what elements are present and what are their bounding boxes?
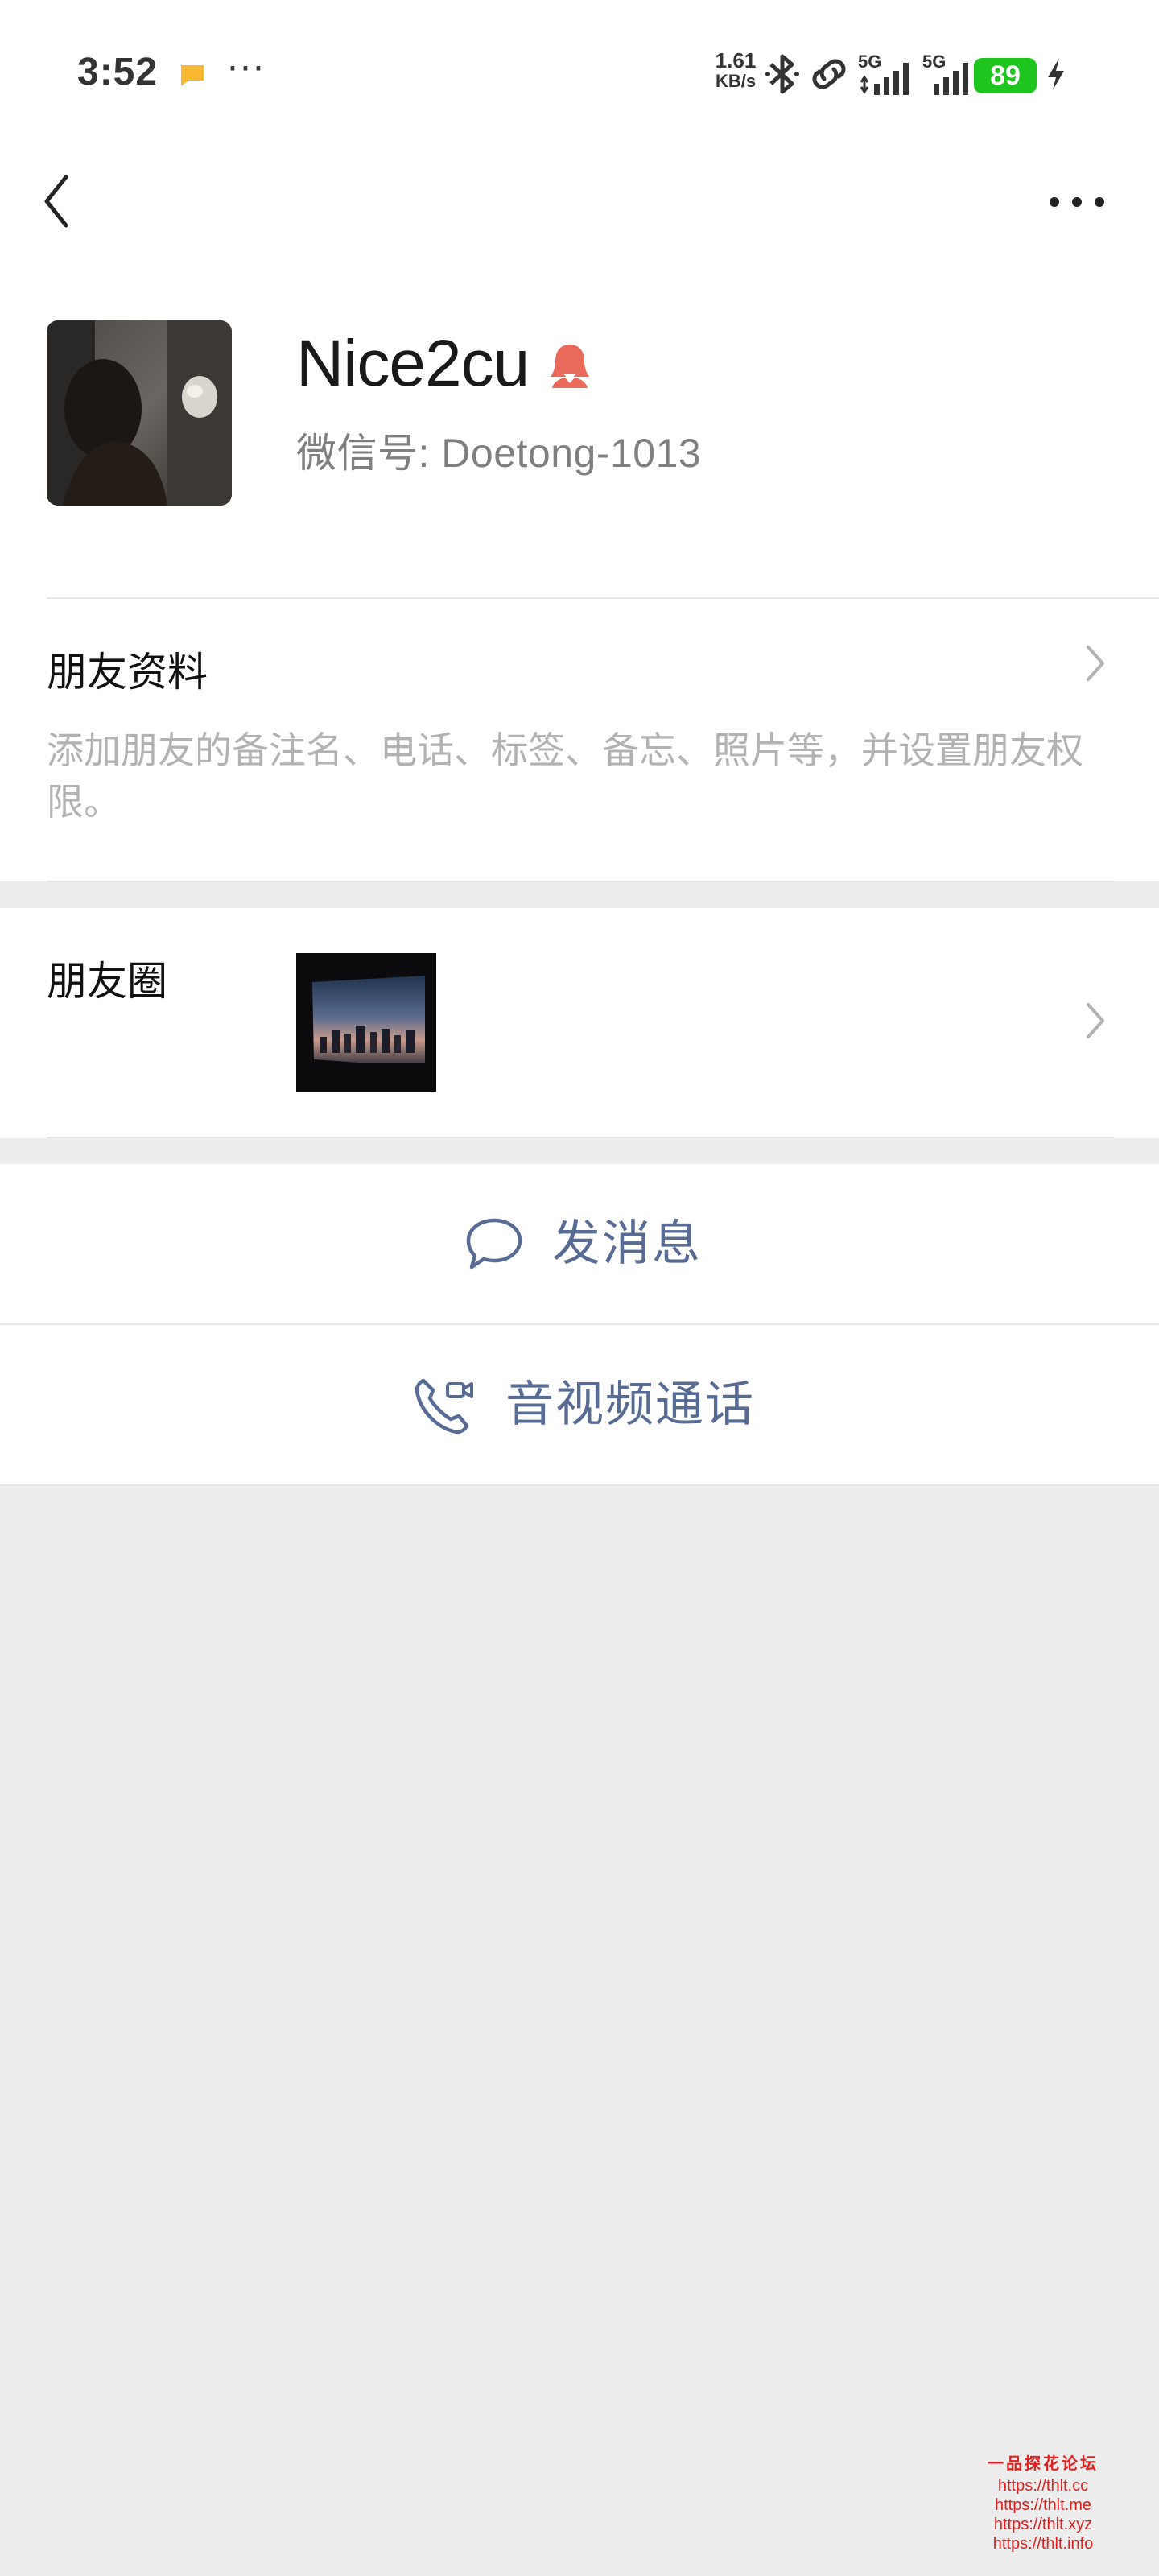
phone-video-icon	[415, 1378, 473, 1435]
chevron-left-icon	[44, 175, 68, 228]
moments-cell[interactable]	[0, 908, 1159, 1138]
battery-indicator: 89	[974, 58, 1037, 93]
watermark-title: 一品探花论坛	[988, 2454, 1099, 2473]
charging-icon	[1048, 58, 1064, 90]
watermark-link: https://thlt.me	[994, 2496, 1092, 2514]
chat-bubble-icon	[466, 1218, 522, 1269]
send-message-label: 发消息	[552, 1216, 702, 1272]
av-call-button[interactable]: 音视频通话	[0, 1325, 1159, 1484]
status-more-icon: ···	[227, 48, 266, 89]
watermark-link: https://thlt.info	[992, 2535, 1094, 2553]
av-call-label: 音视频通话	[505, 1377, 755, 1433]
watermark: 一品探花论坛 https://thlt.cc https://thlt.me h…	[979, 2454, 1107, 2553]
divider	[47, 597, 1159, 599]
net-speed: 1.61 KB/s	[711, 50, 760, 92]
section-gap	[0, 882, 1159, 908]
contact-nickname: Nice2cu	[296, 327, 530, 400]
friend-profile-description: 添加朋友的备注名、电话、标签、备忘、照片等，并设置朋友权限。	[47, 729, 1083, 824]
chevron-right-icon	[1087, 646, 1104, 681]
more-options-button[interactable]	[1046, 190, 1107, 214]
wechat-id: 微信号: Doetong-1013	[296, 431, 702, 476]
divider	[0, 1484, 1159, 1486]
chevron-right-icon	[1087, 1003, 1104, 1038]
back-button[interactable]	[35, 171, 80, 232]
avatar-image	[47, 320, 232, 506]
link-icon	[812, 59, 846, 89]
watermark-link: https://thlt.cc	[997, 2477, 1089, 2495]
moments-thumbnail[interactable]	[296, 953, 436, 1092]
watermark-link: https://thlt.xyz	[993, 2516, 1093, 2533]
avatar[interactable]	[47, 320, 232, 506]
net-speed-value: 1.61	[715, 48, 757, 72]
contact-profile-page: 3:52 ··· 1.61 KB/s 5G 5G 89 Nice2cu 微信号:…	[0, 0, 1159, 2576]
more-dots-icon	[1050, 197, 1104, 207]
notification-flag-icon	[181, 65, 204, 86]
network-1-label: 5G	[858, 52, 881, 72]
section-gap	[0, 1138, 1159, 1164]
moments-photo	[296, 953, 436, 1092]
bluetooth-icon	[765, 54, 799, 94]
net-speed-unit: KB/s	[715, 71, 757, 91]
friend-profile-title: 朋友资料	[47, 649, 208, 696]
send-message-button[interactable]: 发消息	[0, 1164, 1159, 1323]
network-2-label: 5G	[922, 52, 946, 72]
signal-5g-icon-1: 5G	[858, 52, 909, 95]
female-icon	[551, 345, 589, 388]
moments-label: 朋友圈	[47, 958, 167, 1005]
status-time: 3:52	[77, 51, 159, 93]
